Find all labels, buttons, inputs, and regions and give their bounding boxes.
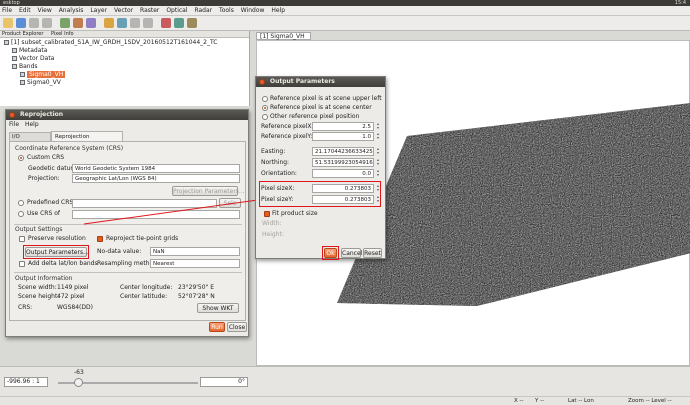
refx-label: Reference pixelX: (261, 123, 314, 130)
ref-upper-left-radio[interactable] (262, 96, 268, 102)
output-parameters-dialog: Output Parameters Reference pixel is at … (255, 76, 386, 260)
height-label: Height: (262, 231, 284, 238)
refx-spinner[interactable]: ▴ ▾ (375, 122, 381, 131)
northing-label: Northing: (261, 159, 290, 166)
ref-other-label: Other reference pixel position (270, 113, 360, 120)
highlight-box (322, 246, 339, 260)
northing-field[interactable]: 51.53199923054916 (312, 158, 374, 167)
orientation-label: Orientation: (261, 170, 297, 177)
ref-other-radio[interactable] (262, 114, 268, 120)
refx-field[interactable]: 2.5 (312, 122, 374, 131)
easting-spinner[interactable]: ▴ ▾ (375, 147, 381, 156)
ref-center-radio[interactable] (262, 105, 268, 111)
ref-center-label: Reference pixel is at scene center (270, 104, 372, 111)
highlight-box (259, 181, 381, 207)
reset-button[interactable]: Reset (363, 248, 382, 258)
easting-label: Easting: (261, 148, 286, 155)
width-label: Width: (262, 220, 282, 227)
close-icon[interactable] (259, 79, 265, 85)
northing-spinner[interactable]: ▴ ▾ (375, 158, 381, 167)
fit-product-size-label: Fit product size (272, 210, 318, 217)
fit-product-size-checkbox[interactable] (264, 211, 270, 217)
orientation-field[interactable]: 0.0 (312, 169, 374, 178)
output-parameters-title-bar: Output Parameters (256, 77, 385, 87)
refy-field[interactable]: 1.0 (312, 132, 374, 141)
easting-field[interactable]: 21.17044236633425 (312, 147, 374, 156)
refy-spinner[interactable]: ▴ ▾ (375, 132, 381, 141)
cancel-button[interactable]: Cancel (341, 248, 362, 258)
output-parameters-title: Output Parameters (270, 78, 335, 85)
annotation-line (83, 199, 259, 225)
orientation-spinner[interactable]: ▴ ▾ (375, 169, 381, 178)
refy-label: Reference pixelY: (261, 133, 313, 140)
ref-upper-left-label: Reference pixel is at scene upper left (270, 95, 382, 102)
